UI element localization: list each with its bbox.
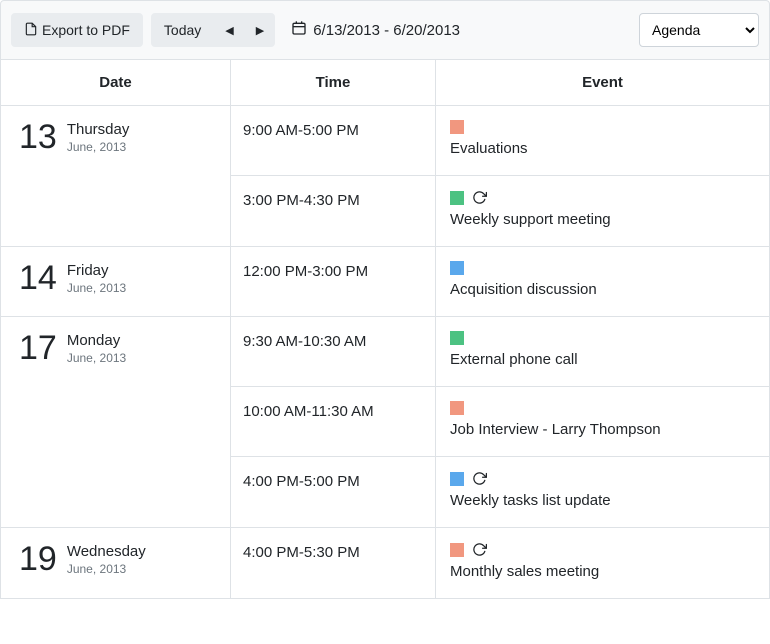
- event-color-swatch: [450, 472, 464, 486]
- day-row: 17 MondayJune, 2013 9:30 AM-10:30 AM Extern…: [1, 317, 769, 528]
- toolbar: Export to PDF Today ◀ ▶ 6/13/2: [0, 0, 770, 60]
- event-title: Monthly sales meeting: [450, 563, 757, 580]
- date-dow: Wednesday: [67, 542, 146, 562]
- event-color-swatch: [450, 331, 464, 345]
- event-title: Acquisition discussion: [450, 281, 757, 298]
- date-daynum: 17: [19, 331, 57, 365]
- date-daynum: 13: [19, 120, 57, 154]
- time-cell: 4:00 PM-5:30 PM: [231, 528, 436, 598]
- export-pdf-button[interactable]: Export to PDF: [11, 13, 143, 47]
- event-title: Weekly tasks list update: [450, 492, 757, 509]
- agenda-header-row: Date Time Event: [1, 60, 769, 106]
- event-top: [450, 190, 757, 205]
- date-monthyear: June, 2013: [67, 281, 126, 295]
- today-label: Today: [164, 22, 201, 38]
- event-cell[interactable]: Job Interview - Larry Thompson: [436, 387, 769, 456]
- day-slots: 4:00 PM-5:30 PM Monthly sales meeting: [231, 528, 769, 598]
- agenda-table: Date Time Event 13ThursdayJune, 20139:00…: [0, 60, 770, 599]
- calendar-icon: [291, 20, 307, 40]
- recurrence-icon: [472, 471, 487, 486]
- prev-button[interactable]: ◀: [214, 13, 244, 47]
- agenda-slot: 9:00 AM-5:00 PM Evaluations: [231, 106, 769, 176]
- event-title: Evaluations: [450, 140, 757, 157]
- day-row: 14 FridayJune, 2013 12:00 PM-3:00 PM Acquis…: [1, 247, 769, 317]
- date-monthyear: June, 2013: [67, 351, 126, 365]
- day-slots: 9:00 AM-5:00 PM Evaluations 3:00 PM-4:30 P…: [231, 106, 769, 246]
- today-button[interactable]: Today: [151, 13, 214, 47]
- agenda-slot: 10:00 AM-11:30 AM Job Interview - Larry T…: [231, 387, 769, 457]
- date-cell[interactable]: 17 MondayJune, 2013: [1, 317, 231, 527]
- time-cell: 12:00 PM-3:00 PM: [231, 247, 436, 316]
- caret-right-icon: ▶: [256, 24, 264, 37]
- event-cell[interactable]: Acquisition discussion: [436, 247, 769, 316]
- time-cell: 9:30 AM-10:30 AM: [231, 317, 436, 386]
- day-row: 19 WednesdayJune, 2013 4:00 PM-5:30 PM Mont…: [1, 528, 769, 598]
- date-dow: Friday: [67, 261, 126, 281]
- recurrence-icon: [472, 190, 487, 205]
- pdf-icon: [24, 22, 38, 39]
- agenda-slot: 3:00 PM-4:30 PM Weekly support meeting: [231, 176, 769, 246]
- event-cell[interactable]: Weekly support meeting: [436, 176, 769, 246]
- day-row: 13 ThursdayJune, 2013 9:00 AM-5:00 PM Evalu…: [1, 106, 769, 247]
- col-header-event: Event: [436, 60, 769, 105]
- event-top: [450, 401, 757, 415]
- day-slots: 9:30 AM-10:30 AM External phone call 10:00…: [231, 317, 769, 527]
- event-top: [450, 331, 757, 345]
- event-title: Weekly support meeting: [450, 211, 757, 228]
- event-top: [450, 542, 757, 557]
- day-slots: 12:00 PM-3:00 PM Acquisition discussion: [231, 247, 769, 316]
- event-top: [450, 471, 757, 486]
- date-cell[interactable]: 19 WednesdayJune, 2013: [1, 528, 231, 598]
- date-daynum: 14: [19, 261, 57, 295]
- caret-left-icon: ◀: [225, 24, 233, 37]
- event-color-swatch: [450, 261, 464, 275]
- date-monthyear: June, 2013: [67, 562, 146, 576]
- date-monthyear: June, 2013: [67, 140, 130, 154]
- date-dow: Monday: [67, 331, 126, 351]
- agenda-slot: 4:00 PM-5:30 PM Monthly sales meeting: [231, 528, 769, 598]
- date-range-text: 6/13/2013 - 6/20/2013: [313, 22, 460, 39]
- event-color-swatch: [450, 401, 464, 415]
- export-pdf-label: Export to PDF: [42, 22, 130, 38]
- time-cell: 4:00 PM-5:00 PM: [231, 457, 436, 527]
- date-cell[interactable]: 14 FridayJune, 2013: [1, 247, 231, 316]
- time-cell: 3:00 PM-4:30 PM: [231, 176, 436, 246]
- col-header-date: Date: [1, 60, 231, 105]
- date-daynum: 19: [19, 542, 57, 576]
- event-cell[interactable]: Monthly sales meeting: [436, 528, 769, 598]
- date-meta: WednesdayJune, 2013: [67, 542, 146, 576]
- event-color-swatch: [450, 191, 464, 205]
- view-select[interactable]: Agenda: [639, 13, 759, 47]
- event-cell[interactable]: Evaluations: [436, 106, 769, 175]
- nav-group: Today ◀ ▶: [151, 13, 275, 47]
- event-color-swatch: [450, 120, 464, 134]
- agenda-slot: 9:30 AM-10:30 AM External phone call: [231, 317, 769, 387]
- date-meta: ThursdayJune, 2013: [67, 120, 130, 154]
- date-dow: Thursday: [67, 120, 130, 140]
- event-top: [450, 120, 757, 134]
- event-cell[interactable]: External phone call: [436, 317, 769, 386]
- event-title: Job Interview - Larry Thompson: [450, 421, 757, 438]
- col-header-time: Time: [231, 60, 436, 105]
- event-top: [450, 261, 757, 275]
- agenda-slot: 4:00 PM-5:00 PM Weekly tasks list update: [231, 457, 769, 527]
- recurrence-icon: [472, 542, 487, 557]
- next-button[interactable]: ▶: [245, 13, 275, 47]
- date-meta: MondayJune, 2013: [67, 331, 126, 365]
- event-title: External phone call: [450, 351, 757, 368]
- date-cell[interactable]: 13 ThursdayJune, 2013: [1, 106, 231, 246]
- date-range-picker[interactable]: 6/13/2013 - 6/20/2013: [283, 16, 468, 44]
- time-cell: 10:00 AM-11:30 AM: [231, 387, 436, 456]
- agenda-body: 13ThursdayJune, 20139:00 AM-5:00 PMEvalu…: [1, 106, 769, 598]
- date-meta: FridayJune, 2013: [67, 261, 126, 295]
- event-cell[interactable]: Weekly tasks list update: [436, 457, 769, 527]
- event-color-swatch: [450, 543, 464, 557]
- agenda-slot: 12:00 PM-3:00 PM Acquisition discussion: [231, 247, 769, 316]
- time-cell: 9:00 AM-5:00 PM: [231, 106, 436, 175]
